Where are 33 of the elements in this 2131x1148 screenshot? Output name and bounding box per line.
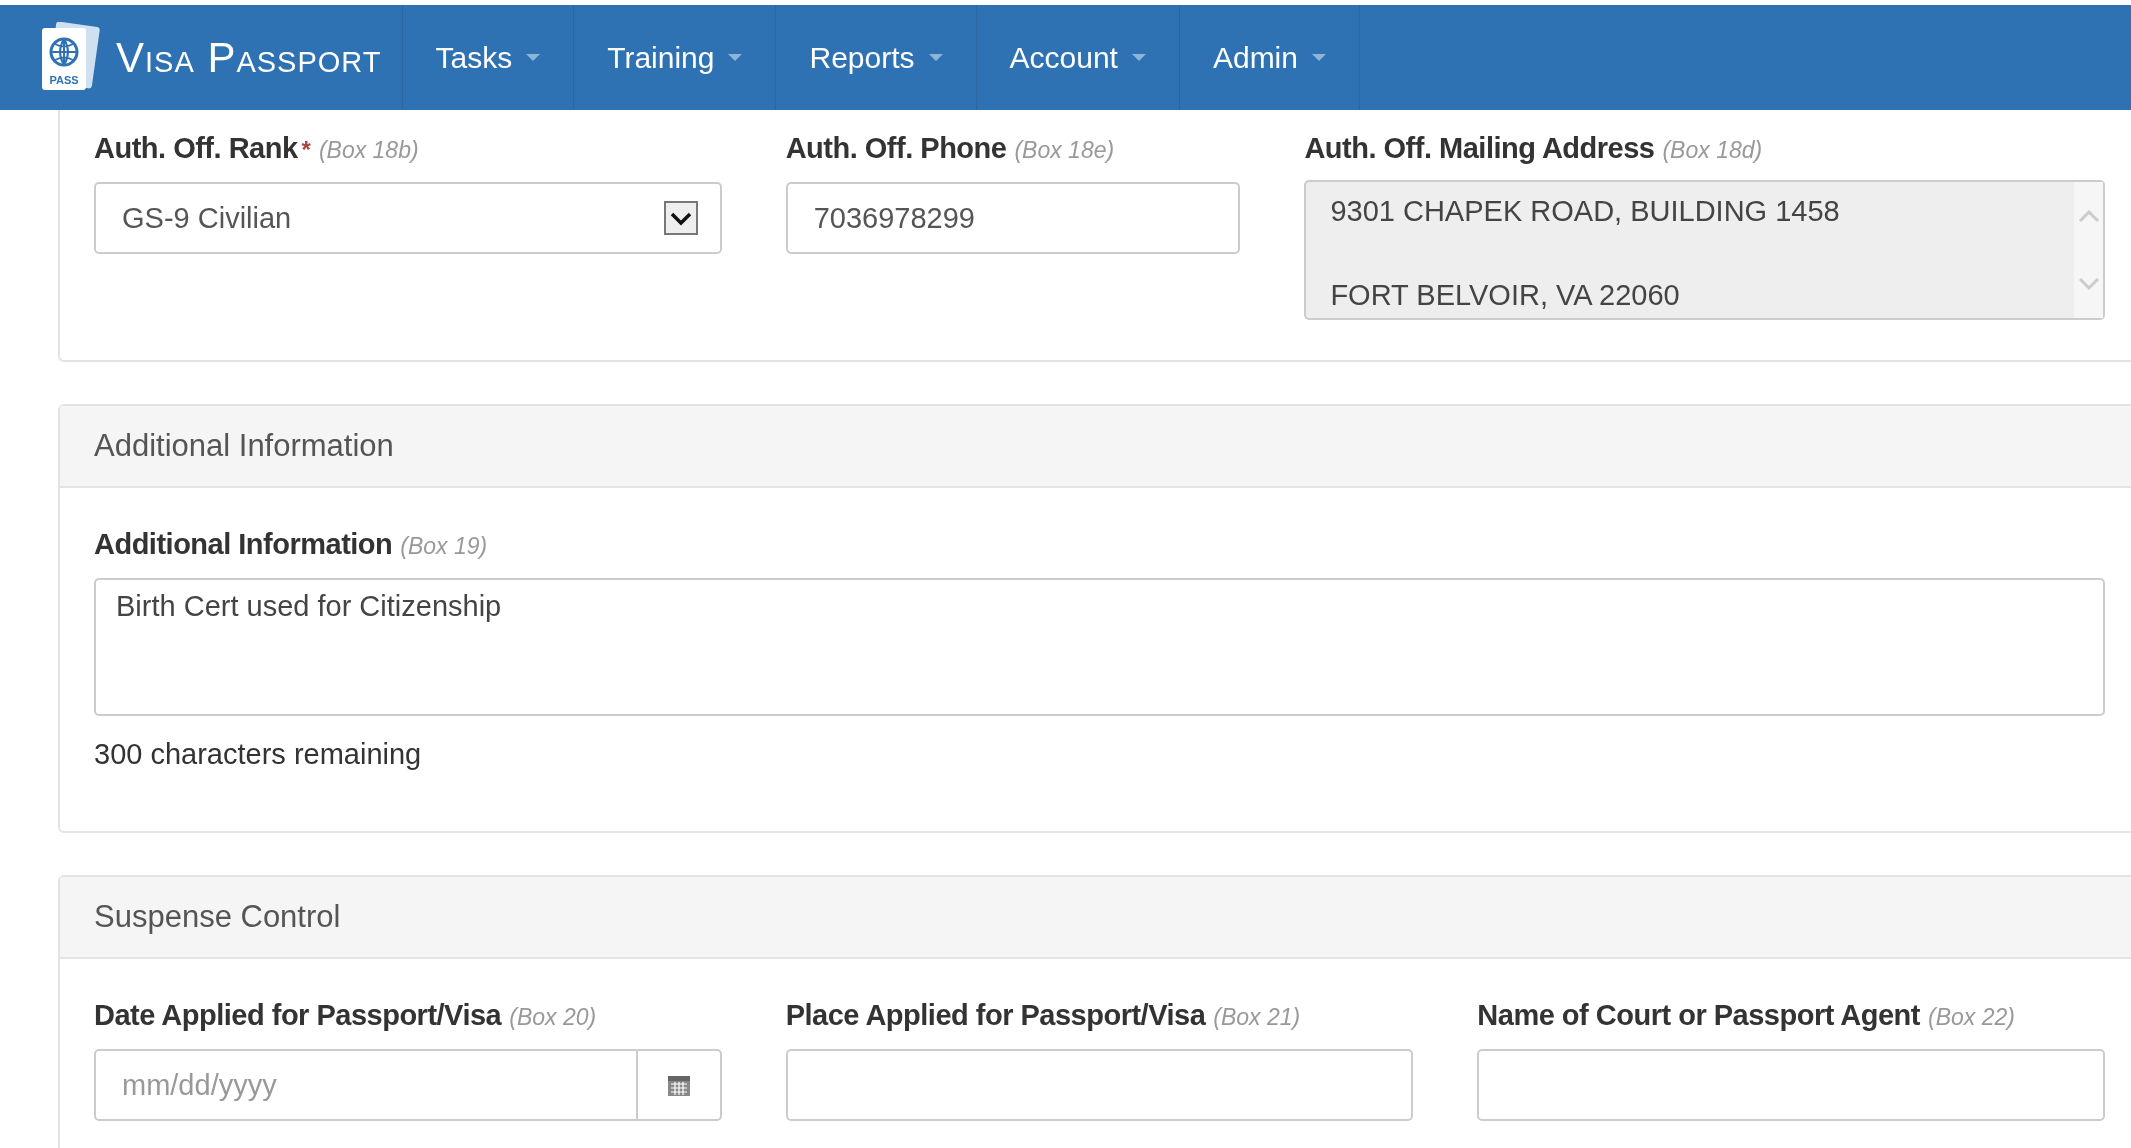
app-brand-name[interactable]: Visa Passport [116,33,382,82]
character-counter: 300 characters remaining [94,738,423,771]
caret-icon [728,53,743,62]
field-label: Date Applied for Passport/Visa [94,999,502,1032]
field-hint: (Box 18b) [318,137,419,164]
panel-heading: Suspense Control [94,899,341,935]
field-hint: (Box 21) [1213,1004,1301,1031]
calendar-button[interactable] [637,1049,722,1121]
select-field[interactable]: GS-9 Civilian [94,182,722,254]
field-label: Place Applied for Passport/Visa [785,999,1206,1032]
caret-icon [928,53,943,62]
panel-heading: Additional Information [94,428,394,464]
text-input-field[interactable] [785,1049,1414,1121]
date-input-field[interactable]: mm/dd/yyyy [94,1049,638,1121]
caret-icon [1131,53,1146,62]
field-hint: (Box 19) [400,533,488,560]
field-label: Additional Information [94,528,393,561]
text-input-field[interactable] [1477,1049,2105,1121]
text-input-field[interactable]: 7036978299 [785,182,1241,254]
field-hint: (Box 20) [509,1004,597,1031]
field-hint: (Box 18e) [1014,137,1115,164]
caret-icon [526,53,541,62]
field-label: Auth. Off. Rank [94,132,298,165]
field-label: Auth. Off. Mailing Address [1304,132,1655,165]
field-hint: (Box 22) [1927,1004,2015,1031]
calendar-icon [666,1073,691,1097]
chevron-down-icon [663,201,698,235]
field-label: Name of Court or Passport Agent [1477,999,1920,1032]
required-mark: * [301,136,311,164]
caret-icon [1312,53,1326,62]
textarea-field[interactable]: Birth Cert used for Citizenship [94,578,2105,716]
field-hint: (Box 18d) [1662,137,1763,164]
field-label: Auth. Off. Phone [785,132,1007,165]
